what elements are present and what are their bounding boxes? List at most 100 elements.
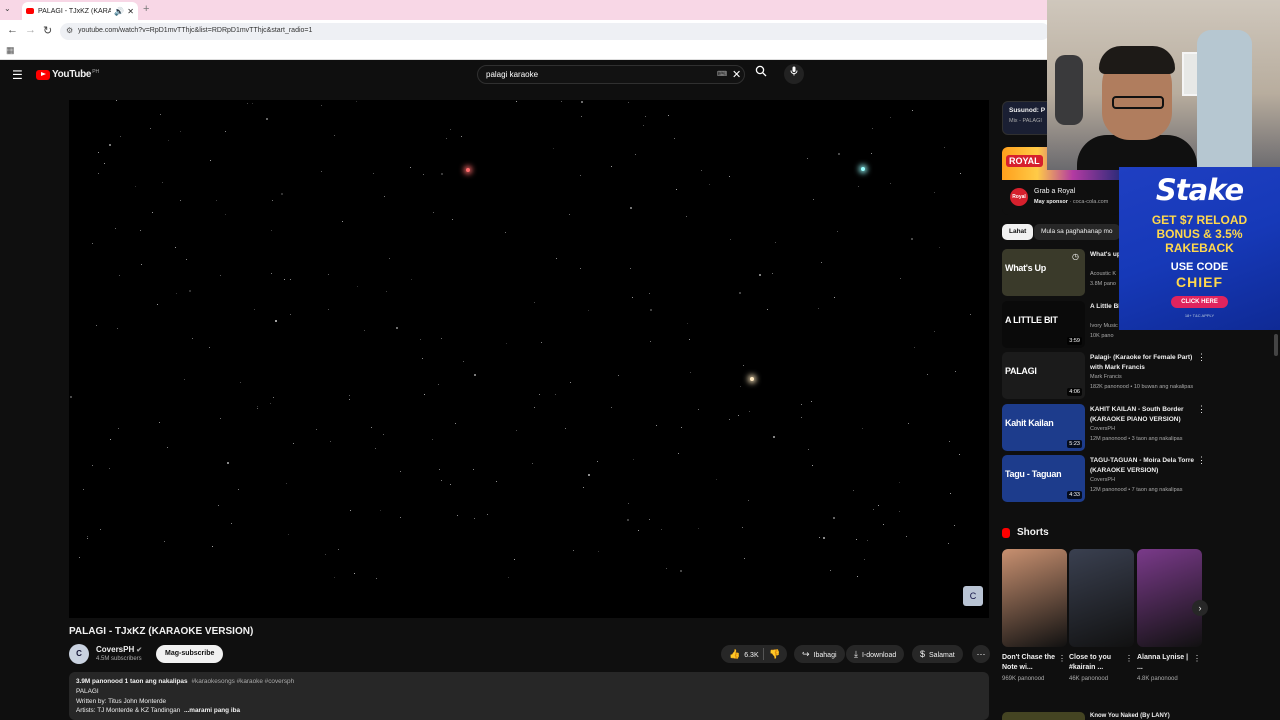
star-decoration <box>611 407 612 408</box>
star-decoration <box>357 286 358 287</box>
show-more-link[interactable]: ...marami pang iba <box>184 707 240 714</box>
menu-icon[interactable]: ☰ <box>12 68 23 82</box>
download-button[interactable]: ⤓ I-download <box>846 645 905 663</box>
more-options-icon[interactable]: ⋮ <box>1197 455 1206 466</box>
recommendation-item[interactable]: Tagu - Taguan 4:33 TAGU-TAGUAN - Moira Del… <box>1002 455 1207 503</box>
star-decoration <box>176 293 177 294</box>
star-decoration <box>628 102 629 103</box>
star-decoration <box>380 510 381 511</box>
bright-star-decoration <box>466 168 470 172</box>
tab-search-chevron-icon[interactable]: ⌄ <box>4 4 11 13</box>
star-decoration <box>759 274 761 276</box>
video-player[interactable]: C <box>69 100 989 618</box>
star-decoration <box>338 549 339 550</box>
subscribe-button[interactable]: Mag-subscribe <box>156 645 224 663</box>
description-line: Artists: TJ Monterde & KZ Tandingan <box>76 707 181 715</box>
close-tab-icon[interactable]: ✕ <box>127 7 134 16</box>
recommendation-item[interactable]: Kahit Kailan 5:23 KAHIT KAILAN - South Bor… <box>1002 404 1207 452</box>
more-actions-icon[interactable]: ⋯ <box>972 645 990 663</box>
shorts-next-icon[interactable]: › <box>1192 600 1208 616</box>
star-decoration <box>627 519 629 521</box>
star-decoration <box>441 173 443 175</box>
voice-search-button[interactable] <box>784 64 804 84</box>
star-decoration <box>857 576 858 577</box>
star-decoration <box>581 101 583 103</box>
channel-watermark[interactable]: C <box>963 586 983 606</box>
forward-icon[interactable]: → <box>25 24 36 36</box>
star-decoration <box>461 136 462 137</box>
hashtags[interactable]: #karaokesongs #karaoke #coversph <box>192 678 295 685</box>
sponsor-label: May sponsor <box>1034 199 1068 205</box>
webcam-background-person <box>1055 55 1083 125</box>
star-decoration <box>862 428 863 429</box>
star-decoration <box>325 554 326 555</box>
watch-later-icon[interactable]: ◷ <box>1072 252 1079 261</box>
star-decoration <box>270 403 271 404</box>
bright-star-decoration <box>750 377 754 381</box>
browser-tab[interactable]: PALAGI - TJxKZ (KARAOKE 🔊 ✕ <box>22 2 138 20</box>
video-description[interactable]: 3.9M panonood 1 taon ang nakalipas #karao… <box>69 672 989 720</box>
recommendation-channel: Mark Francis <box>1090 374 1122 380</box>
more-options-icon[interactable]: ⋮ <box>1058 654 1066 663</box>
star-decoration <box>944 147 945 148</box>
reload-icon[interactable]: ↻ <box>43 24 52 37</box>
short-views: 46K panonood <box>1069 676 1109 682</box>
star-decoration <box>645 116 646 117</box>
star-decoration <box>150 128 151 129</box>
address-bar[interactable]: ⚙ youtube.com/watch?v=RpD1mvTThjc&list=R… <box>60 23 1050 40</box>
apps-grid-icon[interactable]: ▦ <box>6 45 15 56</box>
microphone-icon <box>790 66 798 76</box>
channel-avatar[interactable]: C <box>69 644 89 664</box>
back-icon[interactable]: ← <box>7 24 18 36</box>
star-decoration <box>98 173 99 174</box>
star-decoration <box>328 274 329 275</box>
recommendation-item[interactable]: PALAGI 4:06 Palagi- (Karaoke for Female Pa… <box>1002 352 1207 400</box>
star-decoration <box>186 259 187 260</box>
star-decoration <box>681 427 682 428</box>
more-options-icon[interactable]: ⋮ <box>1197 404 1206 415</box>
short-item[interactable]: Close to you #kairain ... 46K panonood ⋮ <box>1069 549 1134 683</box>
recommendation-item[interactable]: Know You Naked (By LANY) <box>1002 712 1207 720</box>
star-decoration <box>87 536 88 537</box>
youtube-logo[interactable]: YouTube PH <box>36 69 99 80</box>
search-button[interactable] <box>748 65 774 84</box>
site-info-icon[interactable]: ⚙ <box>66 26 73 35</box>
short-item[interactable]: Don't Chase the Note wi... 969K panonood ⋮ <box>1002 549 1067 683</box>
short-thumbnail <box>1137 549 1202 647</box>
more-options-icon[interactable]: ⋮ <box>1193 654 1201 663</box>
star-decoration <box>588 474 590 476</box>
star-decoration <box>349 395 350 396</box>
star-decoration <box>561 101 562 102</box>
star-decoration <box>83 489 84 490</box>
star-decoration <box>649 519 650 520</box>
ad-sponsor-line: May sponsor · coca-cola.com <box>1034 199 1109 205</box>
thanks-icon: $ <box>920 649 926 659</box>
thumbs-down-icon[interactable]: 👎 <box>769 645 780 663</box>
star-decoration <box>532 463 533 464</box>
like-button[interactable]: 👍 6.3K 👎 <box>721 645 787 663</box>
keyboard-icon[interactable]: ⌨ <box>717 70 727 78</box>
star-decoration <box>864 559 865 560</box>
channel-name[interactable]: CoversPH ✔ <box>96 645 142 654</box>
star-decoration <box>450 129 451 130</box>
star-decoration <box>858 186 859 187</box>
star-decoration <box>890 117 891 118</box>
page-scrollbar[interactable] <box>1274 334 1278 356</box>
clear-search-icon[interactable]: ✕ <box>732 68 741 81</box>
new-tab-icon[interactable]: + <box>143 3 149 15</box>
fine-print: 18+ T&C APPLY <box>1184 313 1215 318</box>
short-item[interactable]: Alanna Lynise | ... 4.8K panonood ⋮ <box>1137 549 1202 683</box>
more-options-icon[interactable]: ⋮ <box>1125 654 1133 663</box>
more-options-icon[interactable]: ⋮ <box>1197 352 1206 363</box>
share-button[interactable]: ↪ Ibahagi <box>794 645 845 663</box>
thumbnail-text: Tagu - Taguan <box>1005 469 1062 479</box>
chip-all[interactable]: Lahat <box>1002 224 1034 240</box>
shorts-icon <box>1002 527 1010 538</box>
star-decoration <box>743 365 744 366</box>
thanks-button[interactable]: $ Salamat <box>912 645 963 663</box>
chip-from-search[interactable]: Mula sa paghahanap mo <box>1034 224 1120 240</box>
star-decoration <box>180 131 181 132</box>
audio-playing-icon[interactable]: 🔊 <box>114 7 124 16</box>
search-input[interactable]: palagi karaoke ⌨ ✕ <box>477 65 745 84</box>
star-decoration <box>583 487 584 488</box>
